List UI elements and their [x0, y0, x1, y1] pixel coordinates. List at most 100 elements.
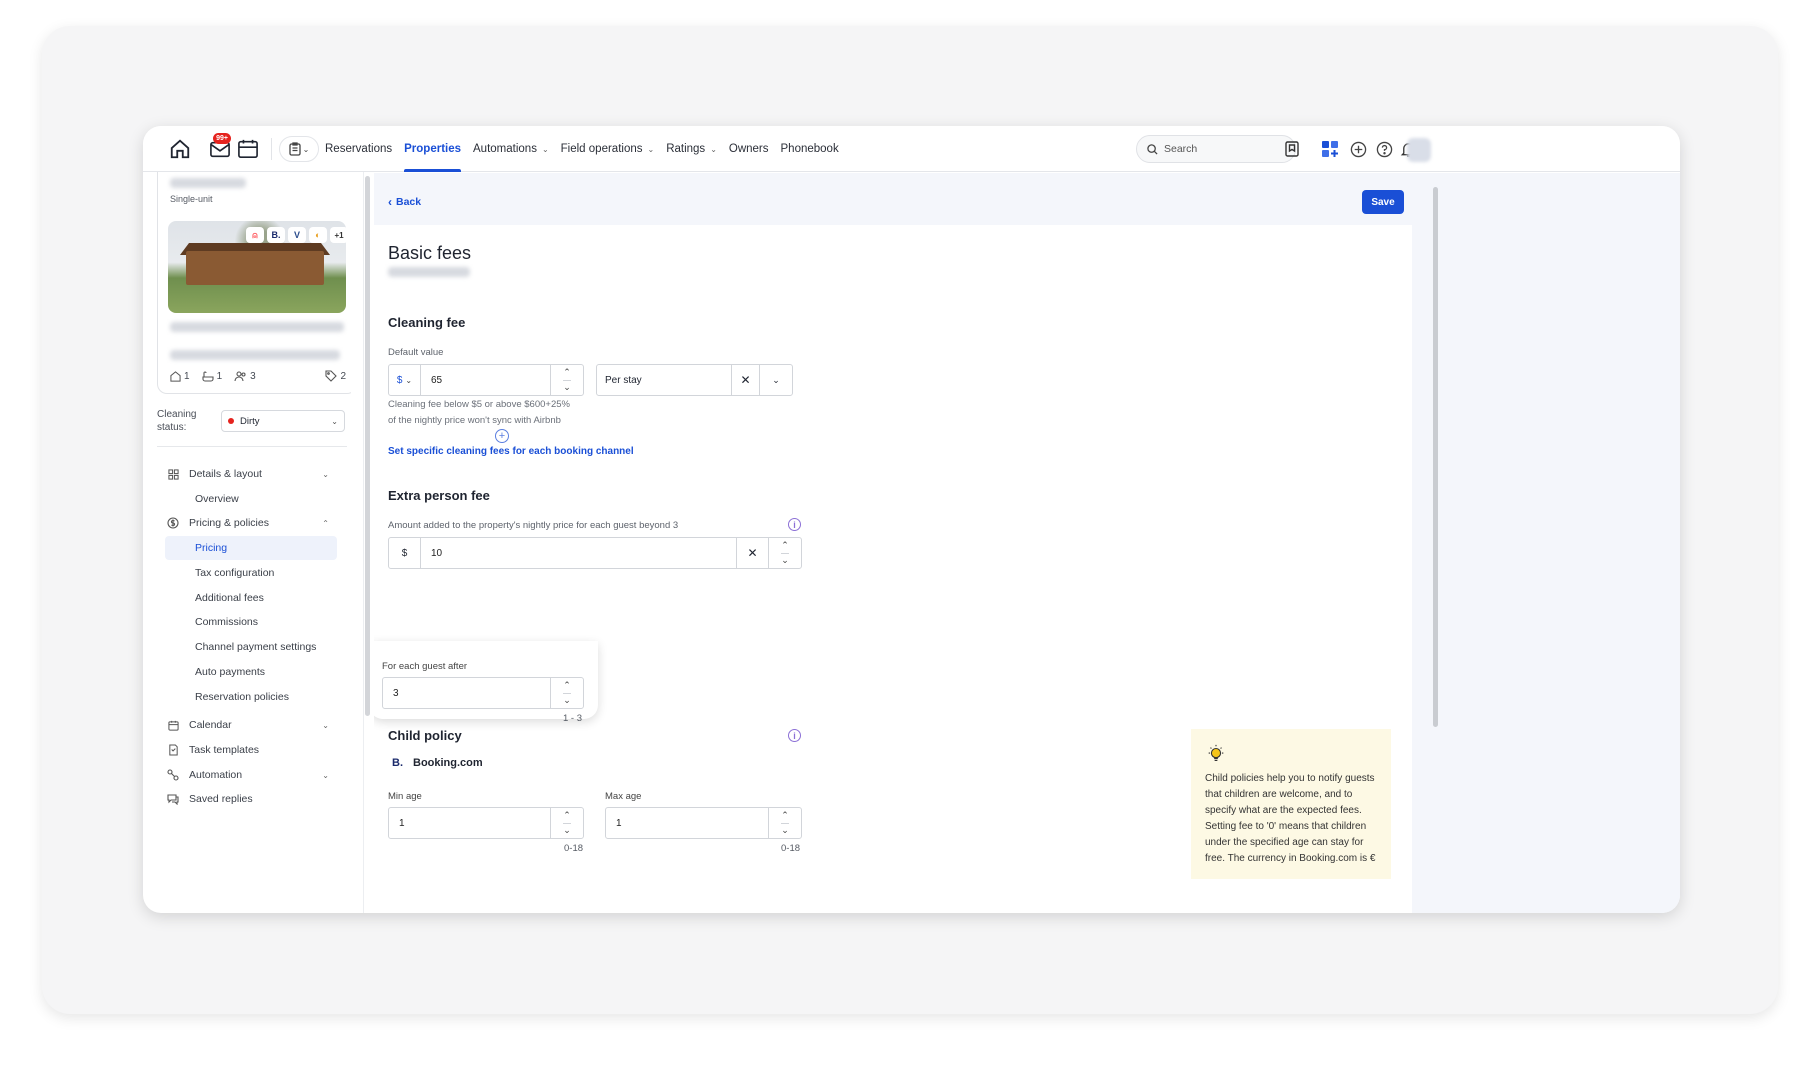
chevron-down-icon: ⌄	[322, 770, 329, 780]
fees-panel: Basic fees Cleaning fee Default value $ …	[374, 225, 1412, 913]
chevron-down-icon: ⌄	[322, 469, 329, 479]
sidebar-item-auto-payments[interactable]: Auto payments	[157, 660, 337, 684]
child-policy-heading: Child policy	[388, 728, 462, 743]
extra-fee-value-cell	[421, 538, 737, 568]
nav-link-owners[interactable]: Owners	[723, 126, 775, 172]
extra-person-fee-description: Amount added to the property's nightly p…	[388, 520, 679, 531]
increment-button[interactable]: ⌃	[563, 365, 571, 381]
cleaning-fee-stepper[interactable]: ⌃ ⌄	[551, 365, 583, 395]
nav-link-field-operations[interactable]: Field operations ⌄	[555, 126, 661, 172]
buildings-stat: 1	[170, 371, 190, 382]
currency-symbol: $	[389, 538, 421, 568]
nav-link-properties[interactable]: Properties	[398, 126, 467, 172]
sidebar-scrollbar[interactable]	[365, 176, 370, 716]
increment-button[interactable]: ⌃	[563, 808, 571, 824]
sidebar-item-pricing-policies[interactable]: Pricing & policies ⌃	[157, 511, 337, 535]
nav-separator	[271, 138, 272, 160]
property-card[interactable]: Single-unit ⍝ B. V ◐ +1 1 1 3 2	[157, 172, 351, 394]
guest-after-input[interactable]	[393, 687, 550, 699]
search-input[interactable]	[1164, 143, 1274, 155]
decrement-button[interactable]: ⌄	[563, 694, 571, 709]
chevron-down-icon: ⌄	[710, 144, 717, 154]
max-age-input[interactable]	[616, 817, 768, 829]
home-icon[interactable]	[167, 136, 193, 162]
increment-button[interactable]: ⌃	[781, 808, 789, 824]
channel-cleaning-fees-link[interactable]: Set specific cleaning fees for each book…	[388, 446, 634, 457]
nav-link-phonebook[interactable]: Phonebook	[775, 126, 845, 172]
property-details-redacted	[170, 350, 340, 360]
sidebar-item-additional-fees[interactable]: Additional fees	[157, 586, 337, 610]
decrement-button[interactable]: ⌄	[781, 824, 789, 839]
clear-icon[interactable]: ✕	[732, 365, 760, 395]
sidebar-item-label: Details & layout	[189, 468, 262, 480]
fee-frequency-value: Per stay	[597, 365, 732, 395]
tags-stat: 2	[325, 370, 346, 382]
hint-line: of the nightly price won't sync with Air…	[388, 415, 561, 426]
sidebar-item-calendar[interactable]: Calendar ⌄	[157, 713, 337, 737]
sidebar-item-details-layout[interactable]: Details & layout ⌄	[157, 462, 337, 486]
add-circle-icon[interactable]	[1345, 136, 1371, 162]
main-content: ‹ Back Save Basic fees Cleaning fee Defa…	[374, 173, 1680, 913]
search-box[interactable]	[1136, 135, 1296, 163]
sidebar-item-pricing[interactable]: Pricing	[165, 536, 337, 560]
building-icon	[170, 370, 181, 382]
cleaning-status-select[interactable]: Dirty ⌄	[221, 410, 345, 432]
cleaning-fee-input[interactable]	[431, 374, 550, 386]
save-button[interactable]: Save	[1362, 190, 1404, 214]
decrement-button[interactable]: ⌄	[563, 381, 571, 396]
sidebar-item-overview[interactable]: Overview	[157, 487, 337, 511]
increment-button[interactable]: ⌃	[781, 538, 789, 554]
fee-frequency-select[interactable]: Per stay ✕ ⌄	[596, 364, 793, 396]
tip-text: Child policies help you to notify guests…	[1205, 773, 1376, 864]
sidebar-item-channel-payment-settings[interactable]: Channel payment settings	[157, 635, 337, 659]
clear-icon[interactable]: ✕	[737, 538, 769, 568]
buildings-count: 1	[184, 370, 190, 382]
sidebar-item-commissions[interactable]: Commissions	[157, 610, 337, 634]
extra-person-fee-input[interactable]	[431, 547, 736, 559]
automation-icon	[163, 769, 183, 781]
chevron-down-icon[interactable]: ⌄	[760, 365, 792, 395]
sidebar-item-label: Tax configuration	[195, 567, 275, 579]
max-age-range: 0-18	[781, 843, 801, 854]
sidebar-item-tax-configuration[interactable]: Tax configuration	[157, 561, 337, 585]
help-icon[interactable]	[1371, 136, 1397, 162]
decrement-button[interactable]: ⌄	[563, 824, 571, 839]
sidebar-item-saved-replies[interactable]: Saved replies	[157, 787, 337, 811]
clipboard-icon	[288, 142, 301, 156]
increment-button[interactable]: ⌃	[563, 678, 571, 694]
guests-stat: 3	[234, 371, 256, 382]
property-photo: ⍝ B. V ◐ +1	[168, 221, 346, 313]
bathrooms-count: 1	[216, 370, 223, 382]
cleaning-fee-heading: Cleaning fee	[388, 315, 466, 330]
back-link[interactable]: ‹ Back	[388, 195, 421, 209]
tasks-menu-button[interactable]: ⌄	[279, 136, 319, 162]
sidebar-item-task-templates[interactable]: Task templates	[157, 738, 337, 762]
guest-after-stepper[interactable]: ⌃ ⌄	[551, 678, 583, 708]
nav-link-ratings[interactable]: Ratings ⌄	[660, 126, 723, 172]
add-circle-icon[interactable]: +	[495, 429, 509, 443]
chevron-down-icon: ⌄	[302, 144, 310, 154]
bookmark-icon[interactable]	[1279, 136, 1305, 162]
main-scrollbar[interactable]	[1433, 187, 1438, 727]
airbnb-icon: ⍝	[246, 227, 264, 243]
channel-icons: ⍝ B. V ◐ +1	[246, 227, 346, 243]
info-icon[interactable]: i	[788, 729, 801, 742]
sidebar-item-reservation-policies[interactable]: Reservation policies	[157, 685, 337, 709]
avatar[interactable]	[1407, 138, 1431, 162]
sidebar-item-label: Additional fees	[195, 592, 264, 604]
task-icon	[163, 744, 183, 756]
extra-fee-stepper[interactable]: ⌃ ⌄	[769, 538, 801, 568]
nav-link-label: Reservations	[325, 143, 393, 155]
sidebar-item-automation[interactable]: Automation ⌄	[157, 763, 337, 787]
max-age-stepper[interactable]: ⌃ ⌄	[769, 808, 801, 838]
nav-link-automations[interactable]: Automations ⌄	[467, 126, 555, 172]
apps-grid-icon[interactable]	[1317, 136, 1343, 162]
info-icon[interactable]: i	[788, 518, 801, 531]
min-age-input[interactable]	[399, 817, 550, 829]
min-age-stepper[interactable]: ⌃ ⌄	[551, 808, 583, 838]
nav-link-reservations[interactable]: Reservations	[319, 126, 398, 172]
currency-select[interactable]: $ ⌄	[389, 365, 421, 395]
decrement-button[interactable]: ⌄	[781, 554, 789, 569]
calendar-icon[interactable]	[235, 136, 261, 162]
sidebar: Single-unit ⍝ B. V ◐ +1 1 1 3 2 Cleaning…	[143, 172, 351, 913]
